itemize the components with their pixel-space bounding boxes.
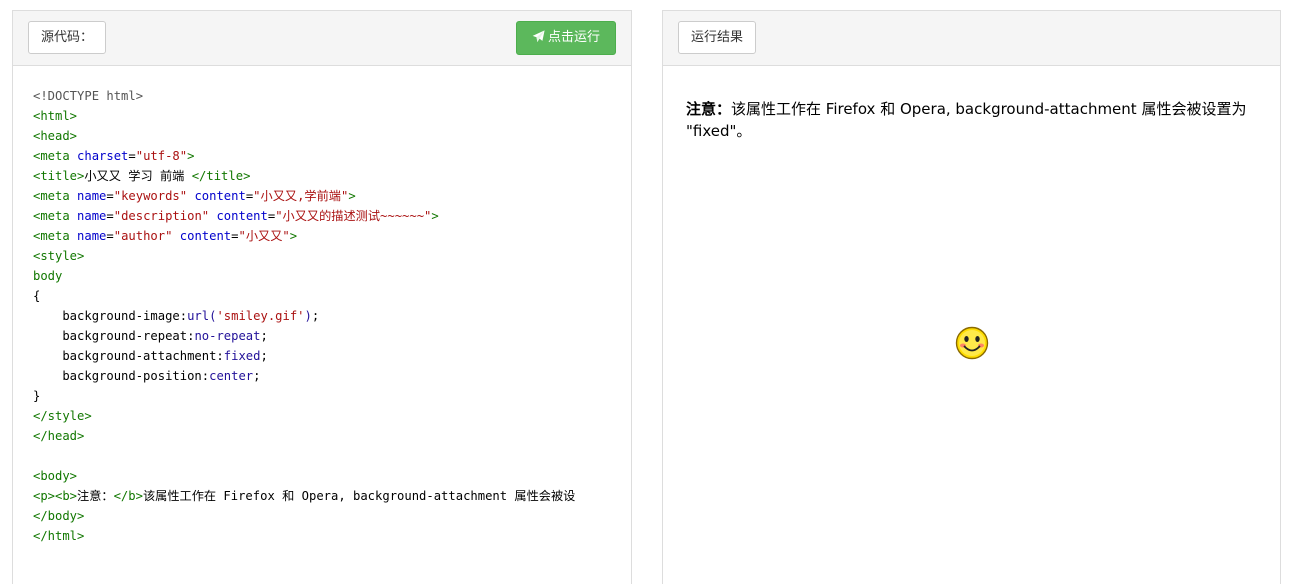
code-token: = (106, 229, 114, 243)
code-line: <meta name="author" content="小又又"> (33, 226, 631, 246)
source-panel-header: 源代码： 点击运行 (13, 11, 631, 66)
code-token: background-repeat: (33, 329, 195, 343)
code-token: content (179, 229, 232, 243)
code-line: <head> (33, 126, 631, 146)
run-button[interactable]: 点击运行 (516, 21, 616, 55)
code-editor[interactable]: <!DOCTYPE html> <html> <head> <meta charset… (13, 67, 631, 584)
code-token: background-attachment: (33, 349, 224, 363)
code-token: "小又又,学前端" (253, 189, 349, 203)
code-line: background-position:center; (33, 366, 631, 386)
code-line: background-attachment:fixed; (33, 346, 631, 366)
code-line: <title>小又又 学习 前端 </title> (33, 166, 631, 186)
code-token: <meta (33, 209, 78, 223)
code-token: <title> (33, 169, 85, 183)
code-token: > (348, 189, 356, 203)
code-token: > (289, 229, 298, 243)
result-panel: 运行结果 注意：该属性工作在 Firefox 和 Opera, backgrou… (662, 10, 1281, 584)
code-token: ; (311, 309, 320, 323)
code-token: "author" (113, 229, 173, 243)
code-token: 小又又 学习 前端 (84, 169, 192, 183)
code-token: center (209, 369, 254, 383)
result-panel-header: 运行结果 (663, 11, 1280, 66)
code-line: </style> (33, 406, 631, 426)
paper-plane-icon (532, 30, 545, 43)
code-token: url( (187, 309, 217, 323)
code-token: fixed (223, 349, 261, 363)
code-line: background-image:url('smiley.gif'); (33, 306, 631, 326)
code-token: "keywords" (113, 189, 188, 203)
code-token: = (106, 189, 114, 203)
code-token: body (33, 269, 63, 283)
code-line: <body> (33, 466, 631, 486)
code-line: { (33, 286, 631, 306)
code-line: <html> (33, 106, 631, 126)
code-line: <style> (33, 246, 631, 266)
code-token: </html> (33, 529, 85, 543)
code-line: </head> (33, 426, 631, 446)
code-line: body (33, 266, 631, 286)
code-token: > (431, 209, 439, 223)
code-token: "description" (113, 209, 210, 223)
code-token: { (33, 289, 41, 303)
code-token: ) (304, 309, 312, 323)
code-line: } (33, 386, 631, 406)
code-token: content (194, 189, 246, 203)
code-line: </body> (33, 506, 631, 526)
code-token: background-position: (33, 369, 210, 383)
code-token: name (77, 189, 107, 203)
code-token: </title> (191, 169, 251, 183)
code-token: <style> (33, 249, 85, 263)
code-token: "utf-8" (135, 149, 188, 163)
code-token: = (231, 229, 239, 243)
code-token: "小又又" (238, 229, 290, 243)
code-line: <p><b>注意：</b>该属性工作在 Firefox 和 Opera, bac… (33, 486, 631, 506)
code-line: <meta name="description" content="小又又的描述… (33, 206, 631, 226)
result-tab[interactable]: 运行结果 (678, 21, 757, 54)
code-token: <html> (33, 109, 78, 123)
code-token: ; (260, 349, 268, 363)
code-token: ; (253, 369, 261, 383)
code-token: content (216, 209, 268, 223)
code-token: </b> (113, 489, 143, 503)
code-token: <meta (33, 189, 78, 203)
result-note-text: 该属性工作在 Firefox 和 Opera, background-attac… (686, 100, 1247, 140)
code-token: "小又又的描述测试~~~~~~" (275, 209, 432, 223)
code-token: </style> (33, 409, 92, 423)
code-token: 注意： (77, 489, 114, 503)
code-token: </head> (33, 429, 85, 443)
code-line: <meta charset="utf-8"> (33, 146, 631, 166)
code-token: <meta (33, 149, 78, 163)
code-token: name (77, 229, 107, 243)
code-token: charset (77, 149, 129, 163)
code-token: </body> (33, 509, 85, 523)
code-token: = (128, 149, 136, 163)
code-line: </html> (33, 526, 631, 546)
source-code-tab[interactable]: 源代码： (28, 21, 107, 54)
code-token: 该属性工作在 Firefox 和 Opera, background-attac… (142, 489, 576, 503)
run-button-label: 点击运行 (547, 30, 600, 45)
code-token: name (77, 209, 107, 223)
code-token: <body> (33, 469, 78, 483)
result-preview: 注意：该属性工作在 Firefox 和 Opera, background-at… (663, 67, 1280, 584)
code-token: > (187, 149, 195, 163)
code-token: } (33, 389, 41, 403)
code-token: <!DOCTYPE html> (33, 89, 144, 103)
code-token: <meta (33, 229, 78, 243)
code-token: no-repeat (194, 329, 261, 343)
result-paragraph: 注意：该属性工作在 Firefox 和 Opera, background-at… (686, 98, 1258, 142)
code-token: 'smiley.gif' (216, 309, 305, 323)
code-token: <head> (33, 129, 78, 143)
code-token: = (106, 209, 114, 223)
code-line: background-repeat:no-repeat; (33, 326, 631, 346)
code-token: <p><b> (33, 489, 78, 503)
source-panel: 源代码： 点击运行 <!DOCTYPE html> <html> <head> <me… (12, 10, 632, 584)
code-line: <!DOCTYPE html> (33, 86, 631, 106)
smiley-face-icon (955, 326, 989, 360)
code-line: <meta name="keywords" content="小又又,学前端"> (33, 186, 631, 206)
result-note-label: 注意： (686, 100, 732, 118)
code-token: ; (260, 329, 268, 343)
code-token: background-image: (33, 309, 188, 323)
